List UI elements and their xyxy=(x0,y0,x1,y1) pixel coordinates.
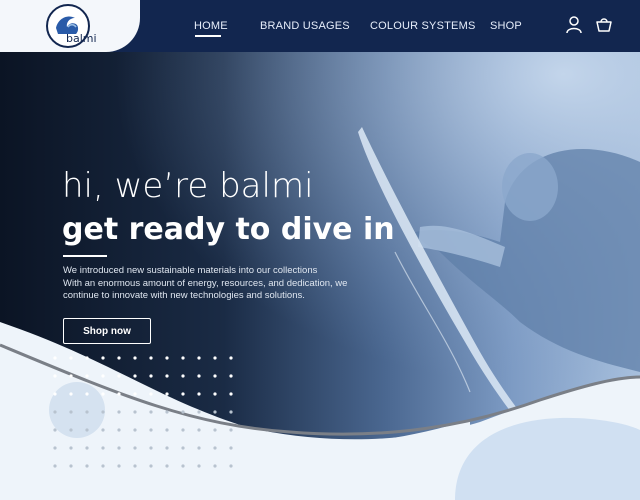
decorative-dot xyxy=(197,356,201,360)
decorative-dot xyxy=(85,356,89,360)
logo-container[interactable]: balmi xyxy=(0,0,140,52)
decorative-dot xyxy=(165,446,169,450)
decorative-dot xyxy=(197,446,201,450)
decorative-dot xyxy=(69,410,73,414)
decorative-dot xyxy=(133,410,137,414)
decorative-dot xyxy=(133,464,137,468)
decorative-dot xyxy=(213,374,217,378)
decorative-dot xyxy=(213,392,217,396)
nav-item-colour-systems[interactable]: COLOUR SYSTEMS xyxy=(370,20,476,32)
brand-name: balmi xyxy=(66,32,97,45)
decorative-dot xyxy=(149,356,153,360)
decorative-dot xyxy=(133,446,137,450)
page: hi, we’re balmi get ready to dive in We … xyxy=(0,0,640,500)
decorative-dot xyxy=(197,464,201,468)
decorative-dot xyxy=(101,356,105,360)
decorative-dot xyxy=(165,464,169,468)
decorative-dot xyxy=(229,464,233,468)
decorative-dot xyxy=(117,392,121,396)
decorative-dot xyxy=(101,392,105,396)
decorative-dot xyxy=(101,410,105,414)
decorative-dot xyxy=(85,392,89,396)
decorative-dot xyxy=(85,446,89,450)
decorative-dot xyxy=(165,356,169,360)
decorative-dot xyxy=(133,428,137,432)
decorative-dot xyxy=(213,410,217,414)
decorative-dot xyxy=(117,356,121,360)
wave-decoration xyxy=(0,322,640,500)
decorative-dot xyxy=(213,428,217,432)
decorative-dot xyxy=(133,392,137,396)
decorative-dot xyxy=(101,464,105,468)
decorative-dot xyxy=(149,464,153,468)
decorative-dot xyxy=(53,410,57,414)
decorative-dot xyxy=(69,446,73,450)
decorative-dot xyxy=(149,392,153,396)
decorative-dot xyxy=(85,464,89,468)
cart-icon[interactable] xyxy=(594,15,614,35)
decorative-dot xyxy=(53,374,57,378)
decorative-dot xyxy=(213,464,217,468)
decorative-dot xyxy=(53,446,57,450)
decorative-dot xyxy=(181,464,185,468)
decorative-dot xyxy=(149,446,153,450)
decorative-dot xyxy=(165,410,169,414)
decorative-dot xyxy=(181,392,185,396)
decorative-dot xyxy=(117,374,121,378)
nav-active-underline xyxy=(195,35,221,37)
decorative-dot xyxy=(149,410,153,414)
decorative-dot xyxy=(181,446,185,450)
decorative-dot xyxy=(53,464,57,468)
decorative-dot xyxy=(181,374,185,378)
decorative-dot xyxy=(53,356,57,360)
decorative-dot xyxy=(117,464,121,468)
decorative-dot xyxy=(229,392,233,396)
decorative-dot xyxy=(117,446,121,450)
decorative-dot xyxy=(213,356,217,360)
decorative-dot xyxy=(101,374,105,378)
decorative-dot xyxy=(197,374,201,378)
decorative-dot xyxy=(101,428,105,432)
decorative-dot xyxy=(133,356,137,360)
decorative-dot xyxy=(69,374,73,378)
decorative-dot xyxy=(133,374,137,378)
decorative-dot xyxy=(53,392,57,396)
decorative-dot xyxy=(165,374,169,378)
top-navigation-bar: balmi HOME BRAND USAGES COLOUR SYSTEMS S… xyxy=(0,0,640,52)
decorative-dot xyxy=(229,356,233,360)
user-icon[interactable] xyxy=(564,15,584,35)
decorative-dot xyxy=(197,410,201,414)
decorative-dot xyxy=(69,392,73,396)
decorative-dot xyxy=(229,410,233,414)
decorative-dot xyxy=(213,446,217,450)
nav-item-home[interactable]: HOME xyxy=(194,20,228,32)
decorative-dot xyxy=(69,356,73,360)
decorative-dot xyxy=(69,428,73,432)
decorative-dot xyxy=(197,392,201,396)
nav-item-shop[interactable]: SHOP xyxy=(490,20,522,32)
decorative-dot xyxy=(229,374,233,378)
nav-item-brand-usages[interactable]: BRAND USAGES xyxy=(260,20,350,32)
decorative-dot xyxy=(53,428,57,432)
decorative-dot xyxy=(117,428,121,432)
decorative-dot xyxy=(181,428,185,432)
decorative-dot xyxy=(229,446,233,450)
decorative-dot xyxy=(117,410,121,414)
decorative-dot xyxy=(197,428,201,432)
decorative-dot xyxy=(149,374,153,378)
decorative-dot xyxy=(85,374,89,378)
decorative-dot xyxy=(165,428,169,432)
decorative-dot xyxy=(181,356,185,360)
decorative-dot xyxy=(85,410,89,414)
decorative-dot xyxy=(165,392,169,396)
decorative-dot xyxy=(181,410,185,414)
decorative-dot xyxy=(85,428,89,432)
decorative-dot xyxy=(149,428,153,432)
decorative-dot xyxy=(229,428,233,432)
decorative-dot xyxy=(69,464,73,468)
decorative-dot xyxy=(101,446,105,450)
